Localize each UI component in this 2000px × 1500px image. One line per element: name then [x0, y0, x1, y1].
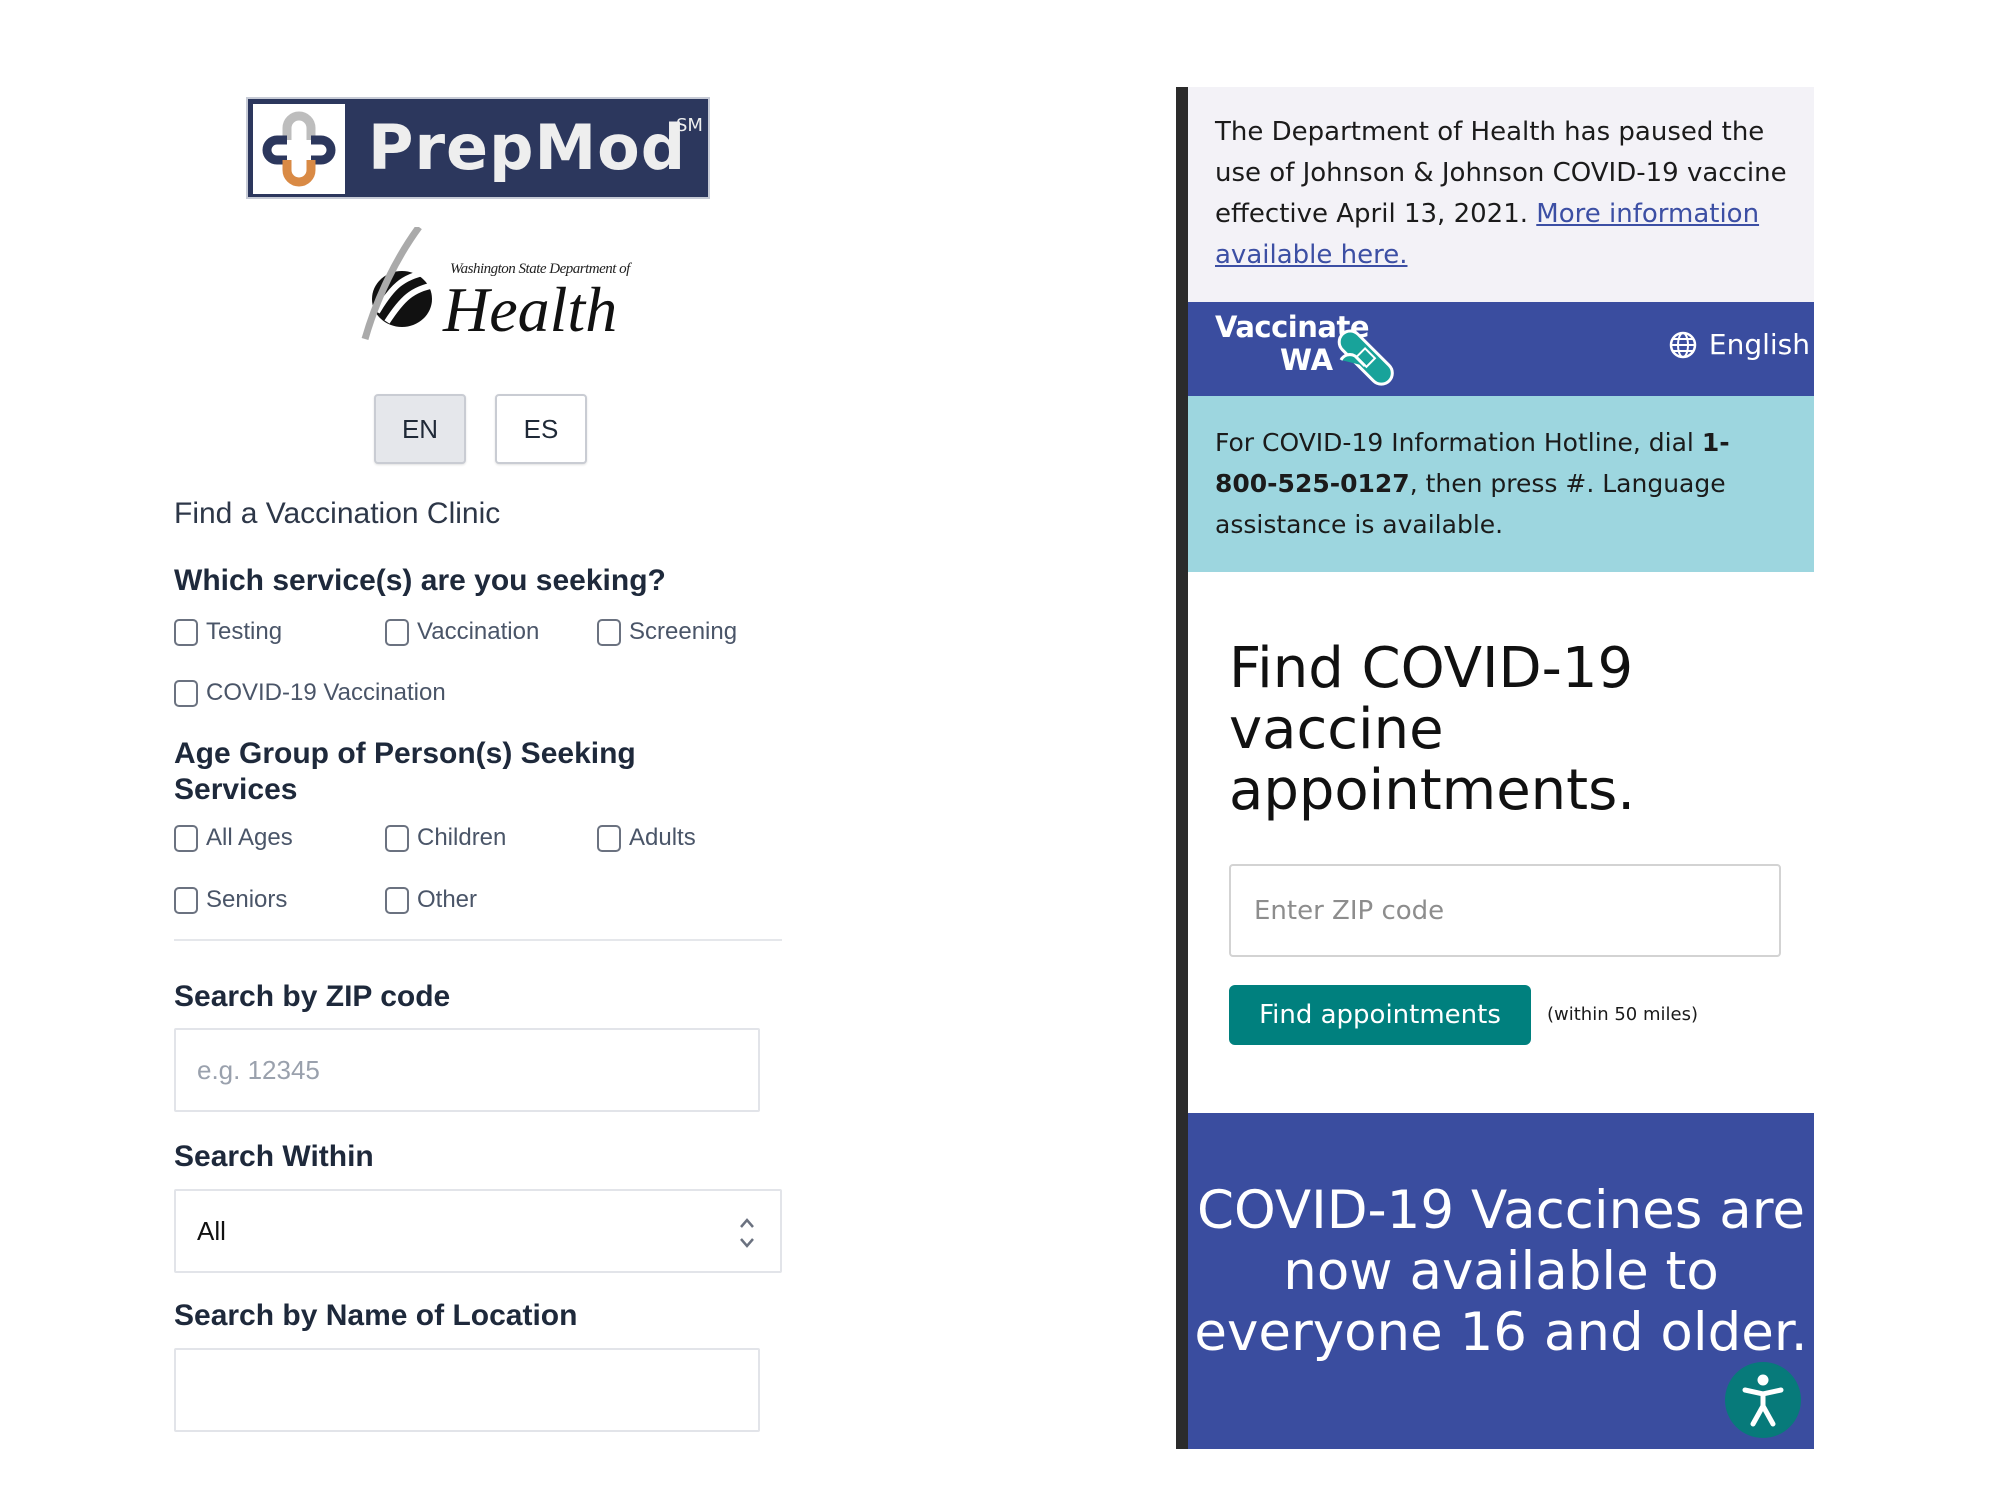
language-en-button[interactable]: EN	[374, 394, 466, 464]
vaccinate-wa-logo[interactable]: Vaccinate WA	[1215, 310, 1415, 390]
eligibility-text: COVID-19 Vaccines are now available to e…	[1194, 1180, 1808, 1363]
wa-zip-input[interactable]: Enter ZIP code	[1229, 864, 1781, 957]
checkbox-box[interactable]	[385, 886, 409, 914]
checkbox-box[interactable]	[597, 824, 621, 852]
language-label: English	[1708, 328, 1810, 361]
checkbox-box[interactable]	[174, 824, 198, 852]
zip-input[interactable]: e.g. 12345	[174, 1028, 760, 1112]
prepmod-cross-icon	[253, 104, 345, 194]
search-within-label: Search Within	[174, 1140, 374, 1173]
age-group-label: Age Group of Person(s) Seeking Services	[174, 737, 636, 806]
site-header: Vaccinate WA English	[1188, 302, 1814, 396]
search-within-select[interactable]: All	[174, 1189, 782, 1273]
radius-note: (within 50 miles)	[1547, 1004, 1698, 1025]
language-es-button[interactable]: ES	[495, 394, 587, 464]
prepmod-logo: PrepMod SM	[246, 97, 710, 199]
checkbox-other[interactable]: Other	[385, 886, 477, 914]
checkbox-testing[interactable]: Testing	[174, 618, 282, 646]
checkbox-vaccination[interactable]: Vaccination	[385, 618, 539, 646]
checkbox-adults[interactable]: Adults	[597, 824, 696, 852]
search-within-value: All	[197, 1215, 226, 1246]
zip-label: Search by ZIP code	[174, 980, 451, 1013]
doh-emblem-icon	[361, 227, 436, 340]
wa-doh-logo: Washington State Department of Health	[357, 227, 630, 345]
prepmod-wordmark: PrepMod	[368, 111, 687, 184]
hotline-banner: For COVID-19 Information Hotline, dial 1…	[1188, 396, 1814, 572]
globe-icon	[1669, 331, 1697, 358]
accessibility-button[interactable]	[1725, 1362, 1801, 1438]
location-label: Search by Name of Location	[174, 1299, 578, 1332]
checkbox-box[interactable]	[174, 886, 198, 914]
language-selector[interactable]: English	[1669, 328, 1810, 361]
checkbox-seniors[interactable]: Seniors	[174, 886, 287, 914]
select-updown-icon	[740, 1218, 754, 1248]
checkbox-covid-vaccination[interactable]: COVID-19 Vaccination	[174, 679, 446, 707]
checkbox-children[interactable]: Children	[385, 824, 506, 852]
location-input[interactable]	[174, 1348, 760, 1432]
checkbox-all-ages[interactable]: All Ages	[174, 824, 293, 852]
page-title: Find COVID-19 vaccine appointments.	[1229, 636, 1636, 823]
checkbox-box[interactable]	[385, 824, 409, 852]
service-mark: SM	[676, 115, 703, 136]
accessibility-icon	[1742, 1374, 1784, 1427]
phone-frame-edge	[1176, 87, 1188, 1449]
checkbox-box[interactable]	[174, 679, 198, 707]
checkbox-box[interactable]	[174, 618, 198, 646]
divider	[174, 939, 782, 941]
doh-logo-line2: Health	[443, 274, 618, 345]
checkbox-box[interactable]	[597, 618, 621, 646]
bandage-check-icon	[1337, 329, 1394, 386]
jj-pause-notice: The Department of Health has paused the …	[1188, 87, 1814, 302]
hotline-prefix: For COVID-19 Information Hotline, dial	[1215, 428, 1702, 457]
services-label: Which service(s) are you seeking?	[174, 564, 666, 597]
checkbox-box[interactable]	[385, 618, 409, 646]
eligibility-banner: COVID-19 Vaccines are now available to e…	[1188, 1113, 1814, 1449]
page-heading: Find a Vaccination Clinic	[174, 497, 501, 530]
find-appointments-button[interactable]: Find appointments	[1229, 985, 1531, 1045]
checkbox-screening[interactable]: Screening	[597, 618, 737, 646]
